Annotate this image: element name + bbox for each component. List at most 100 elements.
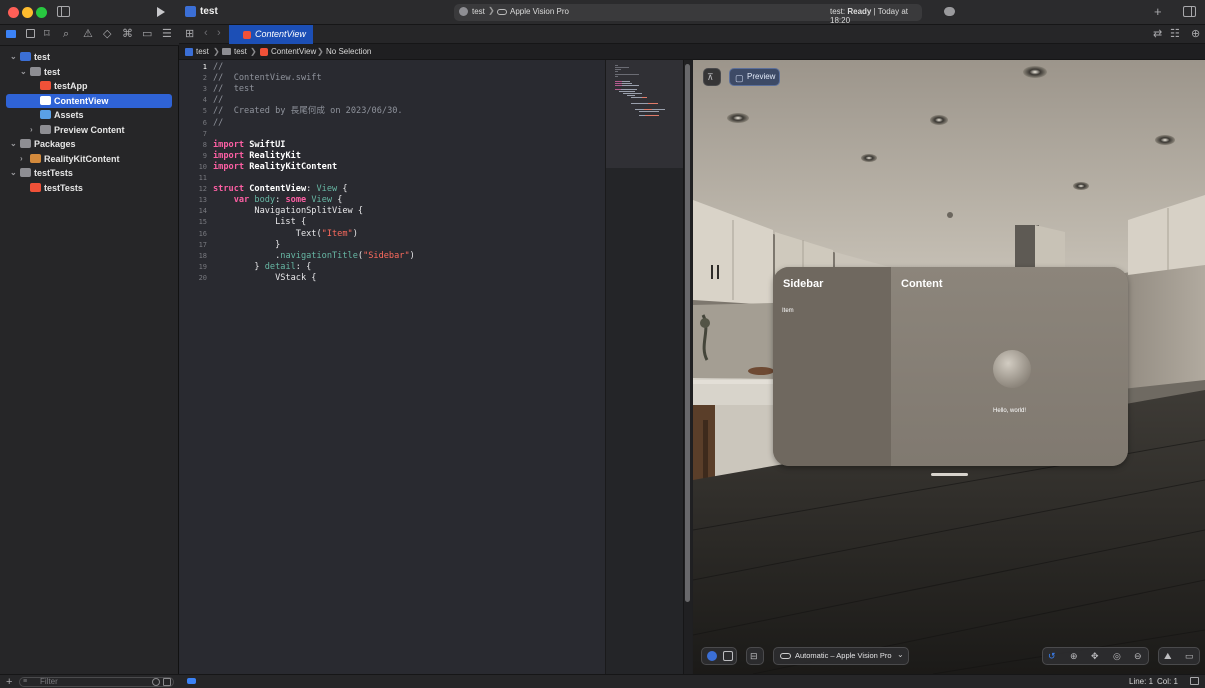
breadcrumb-project[interactable]: test (196, 44, 209, 60)
minimize-window-button[interactable] (22, 7, 33, 18)
device-settings-icon: ⊟ (750, 651, 758, 661)
debug-icon[interactable]: ⌘ (122, 28, 133, 40)
back-button[interactable]: ‹ (204, 27, 208, 39)
rotate-icon[interactable]: ◎ (1113, 650, 1121, 662)
destination-selector[interactable]: Apple Vision Pro (510, 7, 569, 16)
run-button[interactable] (156, 6, 166, 18)
chevron-down-icon[interactable]: ⌄ (20, 65, 28, 79)
editor-options-icon[interactable]: ☷ (1170, 28, 1180, 40)
environment-icon[interactable]: ⛰ (1164, 650, 1172, 662)
filter-placeholder: Filter (40, 677, 58, 686)
pan-icon[interactable]: ✥ (1091, 650, 1099, 662)
code-token: "Item" (321, 228, 353, 239)
code-token: : { (295, 261, 312, 272)
line-number: 13 (198, 196, 207, 205)
navigator-item[interactable]: ⌄ Packages (6, 137, 172, 151)
chevron-right-icon: ❯ (213, 47, 220, 56)
add-file-button[interactable]: + (6, 676, 12, 688)
filter-field[interactable]: ≡ Filter (19, 677, 174, 687)
line-number: 14 (198, 207, 207, 216)
chevron-down-icon[interactable]: ⌄ (10, 50, 18, 64)
warning-icon[interactable]: ⚠ (83, 28, 93, 40)
navigator-item[interactable]: testTests (6, 181, 172, 195)
window-titlebar: test test ❯ Apple Vision Pro test: Ready… (0, 0, 1205, 25)
navigator-item[interactable]: ⌄ test (6, 50, 172, 64)
folder-icon[interactable] (6, 30, 16, 38)
related-items-icon[interactable]: ⊞ (185, 28, 194, 40)
recent-files-icon[interactable] (152, 678, 160, 686)
line-number: 11 (198, 174, 207, 182)
line-number: 5 (202, 107, 207, 116)
code-token: NavigationSplitView { (213, 206, 364, 217)
pin-button[interactable]: ⊼ (703, 68, 721, 86)
chevron-right-icon: ❯ (488, 6, 495, 15)
toggle-inspector-button[interactable] (1183, 6, 1196, 17)
live-mode-button[interactable] (707, 651, 717, 661)
move-icon[interactable]: ⊕ (1070, 650, 1078, 662)
assets-icon (40, 110, 51, 119)
vision-pro-icon (780, 653, 791, 659)
navigator-selector-bar: ⌑ ⌕ ⚠ ◇ ⌘ ▭ ☰ (0, 25, 179, 46)
code-token: body (249, 195, 276, 206)
debug-area-toggle[interactable] (187, 678, 196, 684)
breadcrumb-file[interactable]: ContentView (271, 44, 316, 60)
tab-contentview[interactable]: ContentView (229, 25, 313, 44)
toggle-debug-area-icon[interactable] (1190, 677, 1199, 685)
code-token: VStack { (213, 272, 317, 283)
line-number: 10 (198, 162, 207, 171)
camera-icon[interactable]: ▭ (1185, 650, 1194, 662)
navigator-item-label: testApp (54, 81, 88, 91)
navigator-item[interactable]: › Preview Content (6, 123, 172, 137)
refresh-icon[interactable]: ⇄ (1153, 28, 1162, 40)
minimap-preview (615, 65, 665, 116)
chevron-down-icon[interactable]: ⌄ (10, 137, 18, 151)
navigator-item[interactable]: ⌄ testTests (6, 166, 172, 180)
add-button[interactable]: + (1154, 5, 1162, 18)
device-settings-button[interactable]: ⊟ (746, 647, 764, 665)
breadcrumb-symbol[interactable]: No Selection (326, 44, 371, 60)
navigator-item[interactable]: Assets (6, 108, 172, 122)
preview-canvas[interactable]: Sidebar Item Content Hello, world! ⊼ ▢ P… (693, 60, 1205, 674)
source-control-filter-icon[interactable] (163, 678, 171, 686)
code-line: List { (213, 217, 306, 228)
selectable-mode-button[interactable] (723, 651, 733, 661)
hello-world-text: Hello, world! (992, 408, 1026, 414)
zoom-icon[interactable]: ⊖ (1134, 650, 1142, 662)
preview-mode-button[interactable]: ▢ Preview (729, 68, 780, 86)
breakpoint-icon[interactable]: ▭ (142, 28, 152, 40)
code-token: } (213, 261, 265, 272)
preview-button-label: Preview (747, 72, 776, 81)
code-token: // Created by 長尾何成 on 2023/06/30. (213, 106, 403, 117)
toggle-navigator-button[interactable] (57, 6, 70, 17)
line-number: 3 (202, 85, 207, 94)
bookmark-icon[interactable]: ⌑ (44, 28, 50, 40)
chevron-down-icon: ⌄ (897, 650, 904, 659)
scheme-selector[interactable]: test (472, 7, 485, 16)
chevron-right-icon[interactable]: › (30, 123, 38, 137)
breadcrumb-group[interactable]: test (234, 44, 247, 60)
preview-icon: ▢ (735, 73, 744, 83)
report-icon[interactable]: ☰ (162, 28, 172, 40)
navigator-item[interactable]: ContentView (6, 93, 172, 108)
device-picker[interactable]: Automatic – Apple Vision Pro ⌄ (773, 647, 909, 665)
navigator-filter-bar: + ≡ Filter (0, 674, 179, 688)
zoom-window-button[interactable] (36, 7, 47, 18)
orbit-icon[interactable]: ↺ (1048, 650, 1056, 662)
window-grabber[interactable] (931, 473, 968, 476)
sidebar-list-item[interactable]: Item (782, 308, 794, 314)
test-icon[interactable]: ◇ (103, 28, 111, 40)
navigator-item[interactable]: ⌄ test (6, 65, 172, 79)
chevron-down-icon[interactable]: ⌄ (10, 166, 18, 180)
navigator-item[interactable]: › RealityKitContent (6, 152, 172, 166)
navigator-item[interactable]: testApp (6, 79, 172, 93)
code-token: } (213, 239, 281, 250)
code-line: VStack { (213, 273, 316, 284)
add-editor-icon[interactable]: ⊕ (1191, 28, 1200, 40)
search-icon[interactable]: ⌕ (63, 28, 69, 40)
forward-button[interactable]: › (217, 27, 221, 39)
scrollbar-thumb[interactable] (685, 64, 690, 602)
chevron-right-icon[interactable]: › (20, 152, 28, 166)
source-control-icon[interactable] (26, 29, 35, 38)
close-window-button[interactable] (8, 7, 19, 18)
cloud-icon[interactable] (944, 7, 955, 16)
